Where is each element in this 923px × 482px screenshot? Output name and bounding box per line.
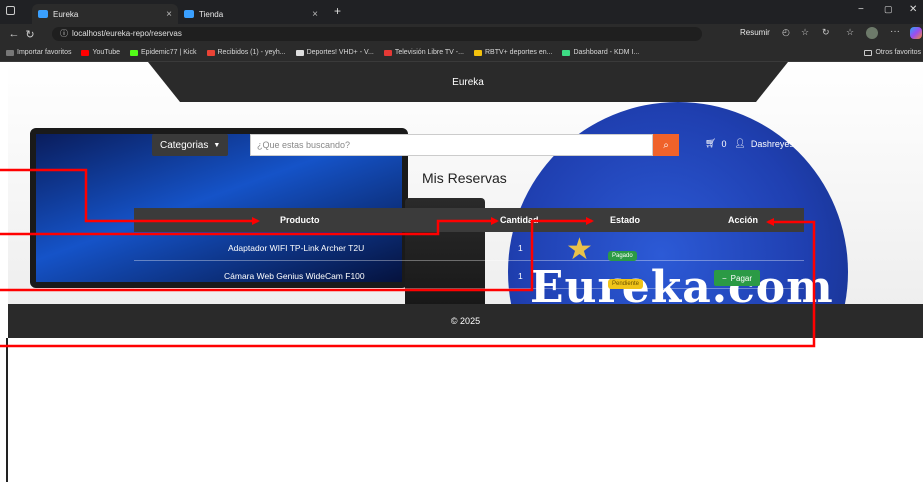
kick-icon xyxy=(129,49,138,56)
close-tab-icon[interactable]: × xyxy=(166,9,172,20)
categories-dropdown[interactable]: Categorias ▼ xyxy=(152,134,229,156)
bookmark-label: Importar favoritos xyxy=(17,49,72,56)
top-navbar: Eureka xyxy=(148,62,788,102)
reservations-table-header: Producto Cantidad Estado Acción xyxy=(134,208,804,232)
pay-button[interactable]: − Pagar xyxy=(714,270,761,286)
tab-actions-icon[interactable] xyxy=(6,6,15,15)
minimize-icon[interactable]: − xyxy=(858,4,864,15)
bookmark-label: YouTube xyxy=(92,49,120,56)
back-icon[interactable]: ← xyxy=(6,28,22,40)
read-aloud-icon[interactable]: ◴ xyxy=(782,27,790,38)
page-title: Mis Reservas xyxy=(422,170,507,186)
product-name: Cámara Web Genius WideCam F100 xyxy=(224,271,365,281)
resumir-button[interactable]: Resumir xyxy=(740,28,770,37)
bookmark-item[interactable]: Recibidos (1) - yeyh... xyxy=(206,49,286,56)
bookmark-item[interactable]: Epidemic77 | Kick xyxy=(129,49,197,56)
url-text: localhost/eureka-repo/reservas xyxy=(72,29,182,38)
bookmark-item[interactable]: RBTV+ deportes en... xyxy=(473,49,553,56)
refresh-extension-icon[interactable]: ↻ xyxy=(822,27,830,38)
tab-eureka[interactable]: Eureka × xyxy=(32,4,178,24)
search-input[interactable]: ¿Que estas buscando? xyxy=(250,134,653,156)
bookmark-label: Dashboard - KDM I... xyxy=(573,49,640,56)
bookmark-label: Otros favoritos xyxy=(875,49,921,56)
bookmark-item[interactable]: Importar favoritos xyxy=(6,49,71,56)
close-window-icon[interactable]: ✕ xyxy=(909,4,917,15)
bookmarks-bar: Importar favoritos YouTube Epidemic77 | … xyxy=(0,44,923,62)
product-name: Adaptador WIFI TP-Link Archer T2U xyxy=(228,243,365,253)
info-icon: ⓘ xyxy=(60,29,68,38)
quantity: 1 xyxy=(518,271,523,281)
url-field[interactable]: ⓘ localhost/eureka-repo/reservas xyxy=(52,27,702,41)
tab-tienda[interactable]: Tienda × xyxy=(178,4,324,24)
import-icon xyxy=(6,49,14,56)
search-button[interactable]: ⌕ xyxy=(653,134,679,156)
rbtv-icon xyxy=(473,49,482,56)
username-link[interactable]: Dashreyes xyxy=(751,139,794,149)
categories-label: Categorias xyxy=(160,139,209,151)
header-cantidad: Cantidad xyxy=(500,215,539,225)
search-icon: ⌕ xyxy=(663,139,669,151)
new-tab-button[interactable]: + xyxy=(334,4,341,18)
bookmark-label: Deportes! VHD+ - V... xyxy=(306,49,374,56)
restore-icon[interactable]: ▢ xyxy=(884,4,893,15)
tab-strip: Eureka × Tienda × + − ▢ ✕ xyxy=(0,0,923,24)
bookmark-item[interactable]: Deportes! VHD+ - V... xyxy=(295,49,374,56)
bookmark-item[interactable]: YouTube xyxy=(81,49,120,56)
other-favorites[interactable]: Otros favoritos xyxy=(864,49,921,56)
sports-icon xyxy=(295,49,304,56)
header-producto: Producto xyxy=(280,215,320,225)
profile-avatar[interactable] xyxy=(866,27,878,39)
tv-icon xyxy=(383,49,392,56)
dashboard-icon xyxy=(562,49,571,56)
minus-icon: − xyxy=(722,273,727,283)
more-menu-icon[interactable]: ··· xyxy=(890,26,900,37)
bookmark-label: Epidemic77 | Kick xyxy=(140,49,197,56)
folder-icon xyxy=(864,49,873,56)
cart-icon[interactable]: 🛒︎ xyxy=(705,138,716,149)
table-row: Adaptador WIFI TP-Link Archer T2U 1 Paga… xyxy=(134,234,804,261)
address-bar: ← ↻ ⓘ localhost/eureka-repo/reservas Resu… xyxy=(0,24,923,44)
page-footer: © 2025 xyxy=(8,304,923,338)
tab-label: Tienda xyxy=(199,9,224,19)
bookmark-label: Televisión Libre TV -... xyxy=(394,49,464,56)
favorite-star-icon[interactable]: ☆ xyxy=(801,27,809,38)
web-page: ★ Eureka.com Eureka Categorias ▼ ¿Que es… xyxy=(8,62,923,338)
eureka-favicon-icon xyxy=(38,10,48,18)
close-tab-icon[interactable]: × xyxy=(312,9,318,20)
tab-label: Eureka xyxy=(53,9,79,19)
quantity: 1 xyxy=(518,243,523,253)
header-accion: Acción xyxy=(728,215,759,225)
header-estado: Estado xyxy=(610,215,641,225)
pay-label: Pagar xyxy=(730,273,753,283)
tienda-favicon-icon xyxy=(184,10,194,18)
refresh-icon[interactable]: ↻ xyxy=(22,28,38,41)
user-icon[interactable]: 👤︎ xyxy=(734,138,745,149)
footer-copyright: © 2025 xyxy=(450,316,481,326)
gmail-icon xyxy=(206,49,215,56)
bookmark-item[interactable]: Televisión Libre TV -... xyxy=(383,49,464,56)
cart-count: 0 xyxy=(721,138,727,149)
copilot-icon[interactable] xyxy=(910,27,922,39)
bookmark-item[interactable]: Dashboard - KDM I... xyxy=(562,49,639,56)
browser-window: Eureka × Tienda × + − ▢ ✕ ← ↻ ⓘ localhost… xyxy=(0,0,923,482)
caret-down-icon: ▼ xyxy=(213,141,221,149)
bookmark-label: Recibidos (1) - yeyh... xyxy=(217,49,286,56)
youtube-icon xyxy=(81,49,90,56)
table-row: Cámara Web Genius WideCam F100 1 Pendien… xyxy=(134,262,804,289)
brand-logo[interactable]: Eureka xyxy=(452,77,484,88)
bookmark-label: RBTV+ deportes en... xyxy=(484,49,553,56)
favorites-icon[interactable]: ☆ xyxy=(846,27,854,38)
cart-and-user: 🛒︎ 0 👤︎ Dashreyes xyxy=(705,138,794,149)
annotation-left-line xyxy=(6,338,8,482)
